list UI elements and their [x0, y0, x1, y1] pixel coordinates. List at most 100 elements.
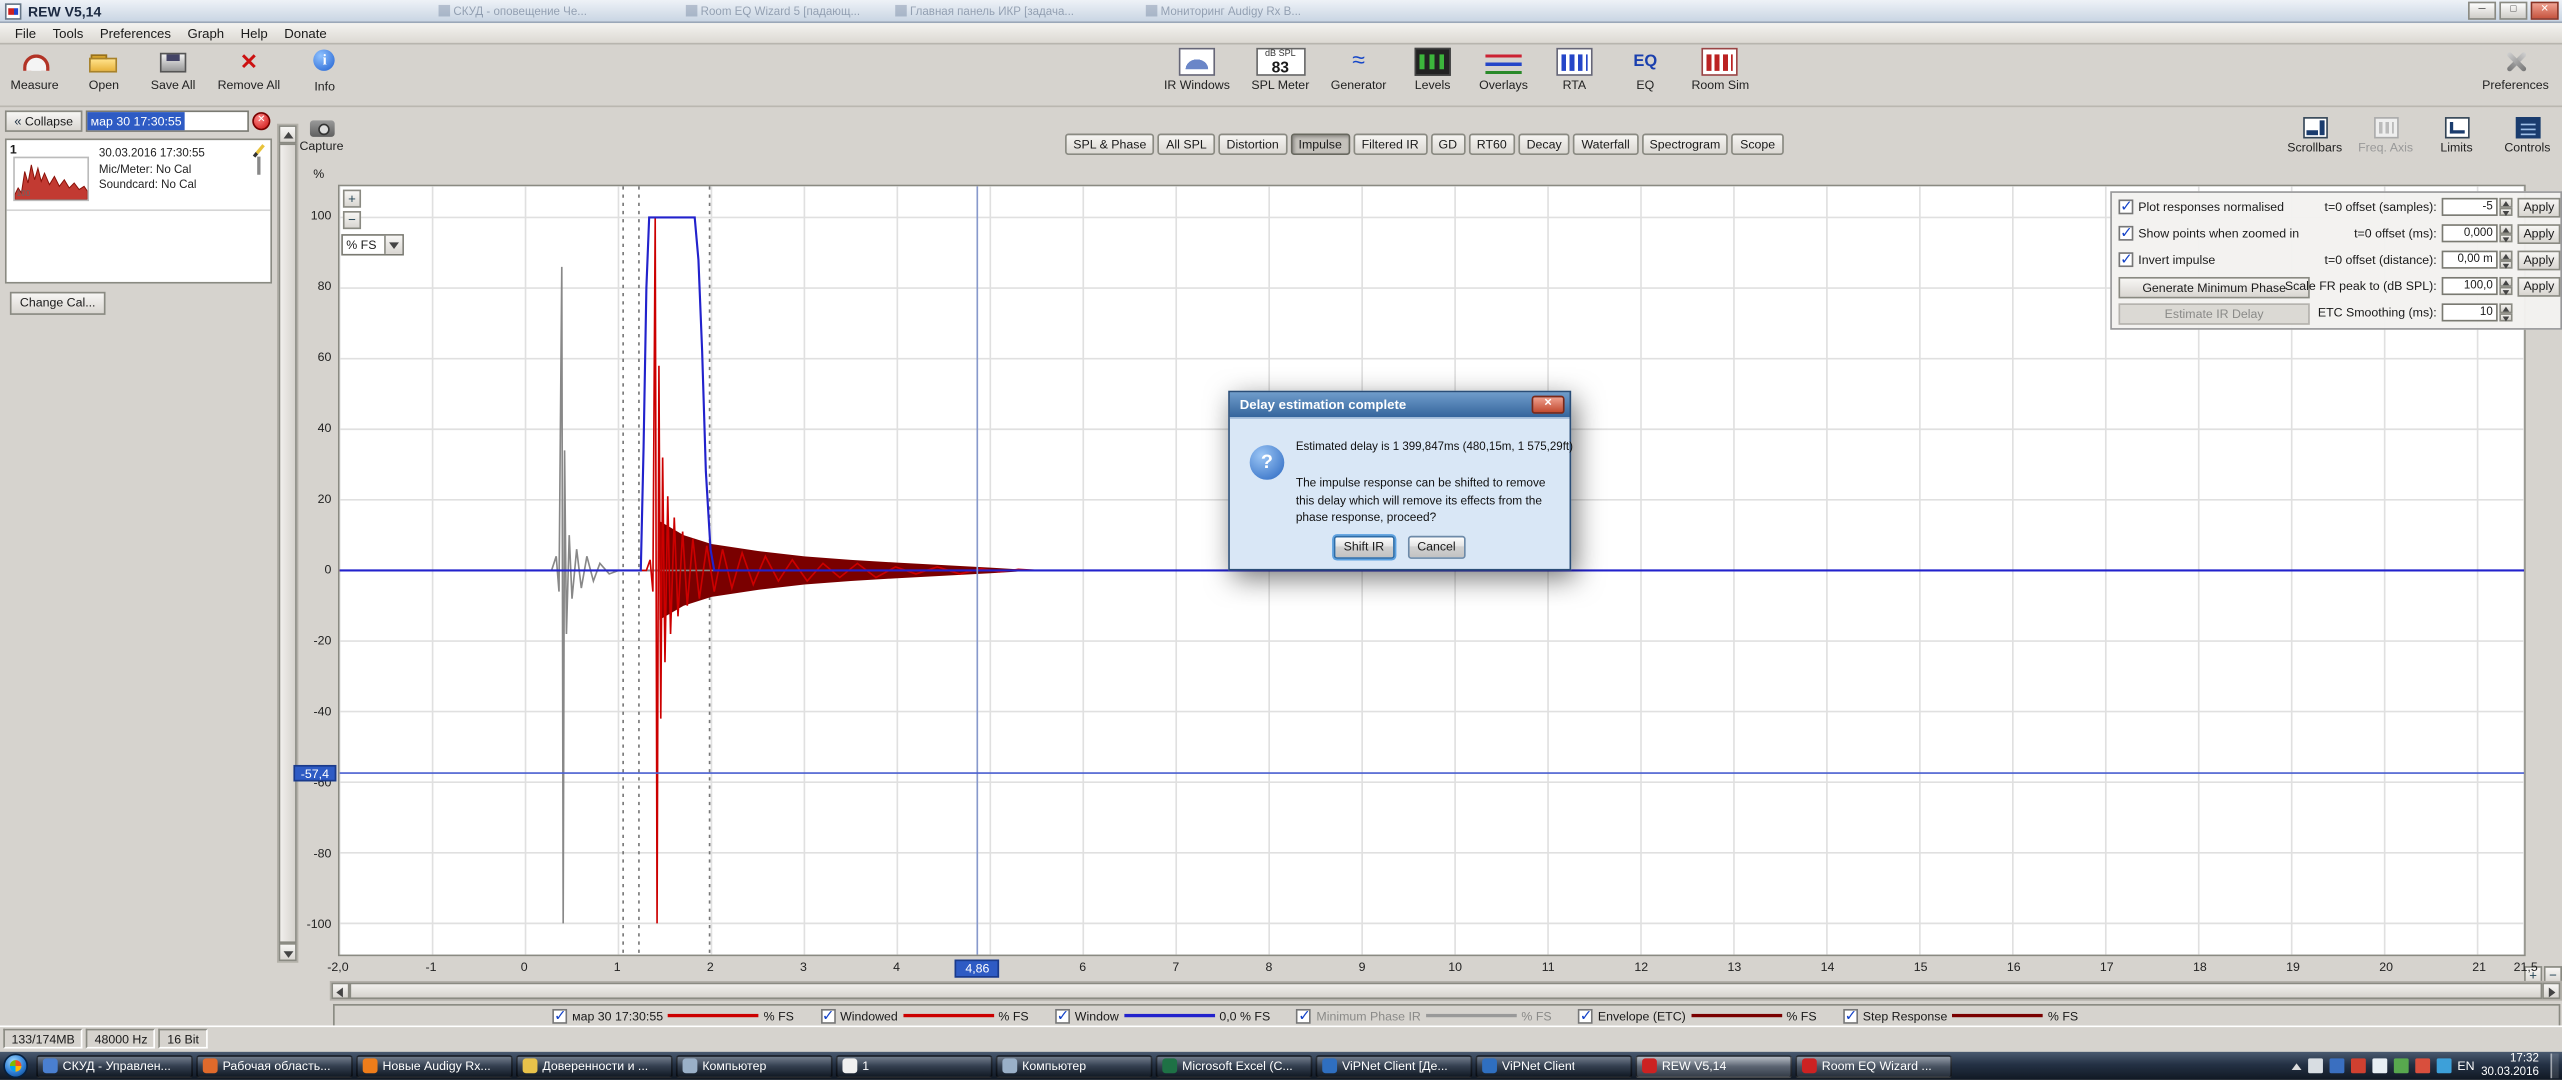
- t-0-offset-ms-field[interactable]: 0,000: [2442, 224, 2498, 242]
- tab-impulse[interactable]: Impulse: [1290, 134, 1350, 155]
- tab-distortion[interactable]: Distortion: [1218, 134, 1287, 155]
- toolbar-spl-meter-button[interactable]: dB SPL83SPL Meter: [1251, 48, 1309, 93]
- delete-measurement-button[interactable]: [252, 112, 270, 130]
- limits-button[interactable]: Limits: [2427, 117, 2486, 155]
- tab-spectrogram[interactable]: Spectrogram: [1641, 134, 1728, 155]
- spinner[interactable]: [2499, 224, 2512, 242]
- legend-checkbox[interactable]: [552, 1008, 567, 1023]
- scroll-up-arrow[interactable]: [279, 125, 297, 143]
- scroll-right-arrow[interactable]: [2542, 983, 2560, 999]
- controls-button[interactable]: Controls: [2498, 117, 2557, 155]
- messenger-tray-icon[interactable]: [2436, 1058, 2451, 1073]
- apply-button[interactable]: Apply: [2517, 277, 2560, 297]
- spinner-up-arrow[interactable]: [2499, 198, 2512, 207]
- measurement-item[interactable]: 1 100 30.03.2016 17:30:55 Mic/Meter: No …: [7, 140, 271, 211]
- tab-decay[interactable]: Decay: [1518, 134, 1570, 155]
- etc-smoothing-ms-field[interactable]: 10: [2442, 303, 2498, 321]
- toolbar-levels-button[interactable]: Levels: [1408, 48, 1457, 93]
- menu-help[interactable]: Help: [232, 26, 276, 41]
- chart-horizontal-scrollbar[interactable]: [330, 981, 2562, 1001]
- toolbar-eq-button[interactable]: EQ: [1621, 48, 1670, 93]
- legend-checkbox[interactable]: [1297, 1008, 1312, 1023]
- taskbar-button-рабочая-область[interactable]: Рабочая область...: [196, 1054, 353, 1077]
- menu-tools[interactable]: Tools: [44, 26, 91, 41]
- legend-checkbox[interactable]: [1843, 1008, 1858, 1023]
- close-button[interactable]: [2531, 2, 2559, 20]
- legend-checkbox[interactable]: [1578, 1008, 1593, 1023]
- spinner-up-arrow[interactable]: [2499, 277, 2512, 286]
- network-icon[interactable]: [2307, 1058, 2322, 1073]
- toolbar-preferences-button[interactable]: Preferences: [2482, 48, 2549, 93]
- vipnet-tray-icon[interactable]: [2329, 1058, 2344, 1073]
- minimize-button[interactable]: [2468, 2, 2496, 20]
- measurement-list[interactable]: 1 100 30.03.2016 17:30:55 Mic/Meter: No …: [5, 138, 272, 283]
- spinner-down-arrow[interactable]: [2499, 260, 2512, 269]
- zoom-in-y-button[interactable]: [343, 190, 361, 208]
- dialog-title-bar[interactable]: Delay estimation complete: [1230, 392, 1570, 417]
- taskbar-button-vipnet-client-де[interactable]: ViPNet Client [Де...: [1316, 1054, 1473, 1077]
- tab-all-spl[interactable]: All SPL: [1158, 134, 1215, 155]
- toolbar-rta-button[interactable]: RTA: [1550, 48, 1599, 93]
- toolbar-measure-button[interactable]: Measure: [10, 48, 59, 94]
- language-indicator[interactable]: EN: [2457, 1058, 2474, 1073]
- measurement-graph-icon[interactable]: [257, 157, 260, 175]
- shift-ir-button[interactable]: Shift IR: [1334, 536, 1394, 559]
- taskbar-button-1[interactable]: 1: [836, 1054, 993, 1077]
- collapse-button[interactable]: Collapse: [5, 110, 82, 131]
- antivirus-tray-icon[interactable]: [2350, 1058, 2365, 1073]
- capture-button[interactable]: Capture: [298, 120, 344, 153]
- spinner-up-arrow[interactable]: [2499, 303, 2512, 312]
- toolbar-ir-windows-button[interactable]: IR Windows: [1164, 48, 1230, 93]
- scroll-left-arrow[interactable]: [331, 983, 349, 999]
- tab-waterfall[interactable]: Waterfall: [1573, 134, 1638, 155]
- toolbar-room-sim-button[interactable]: Room Sim: [1691, 48, 1749, 93]
- show-desktop-button[interactable]: [2550, 1053, 2558, 1078]
- y-axis-unit-select[interactable]: % FS: [341, 234, 404, 255]
- spinner-up-arrow[interactable]: [2499, 224, 2512, 233]
- volume-icon[interactable]: [2372, 1058, 2387, 1073]
- spinner-down-arrow[interactable]: [2499, 312, 2512, 321]
- tab-scope[interactable]: Scope: [1732, 134, 1784, 155]
- legend-checkbox[interactable]: [1055, 1008, 1070, 1023]
- spinner-down-arrow[interactable]: [2499, 233, 2512, 242]
- toolbar-save-all-button[interactable]: Save All: [148, 48, 197, 94]
- checkbox-invert-impulse[interactable]: [2119, 252, 2134, 267]
- update-tray-icon[interactable]: [2393, 1058, 2408, 1073]
- hidden-icons-arrow[interactable]: [2291, 1058, 2301, 1070]
- taskbar-button-room-eq-wizard[interactable]: Room EQ Wizard ...: [1795, 1054, 1952, 1077]
- change-cal-button[interactable]: Change Cal...: [10, 292, 106, 315]
- legend-checkbox[interactable]: [820, 1008, 835, 1023]
- taskbar-button-компьютер[interactable]: Компьютер: [996, 1054, 1153, 1077]
- measurement-name-input[interactable]: мар 30 17:30:55: [86, 110, 249, 131]
- taskbar-button-скуд-управлен[interactable]: СКУД - Управлен...: [36, 1054, 193, 1077]
- spinner[interactable]: [2499, 198, 2512, 216]
- menu-file[interactable]: File: [7, 26, 45, 41]
- alert-tray-icon[interactable]: [2414, 1058, 2429, 1073]
- apply-button[interactable]: Apply: [2517, 251, 2560, 271]
- scrollbars-button[interactable]: Scrollbars: [2285, 117, 2344, 155]
- delay-estimation-dialog[interactable]: Delay estimation complete Estimated dela…: [1228, 391, 1571, 571]
- toolbar-remove-all-button[interactable]: Remove All: [218, 48, 281, 94]
- menu-graph[interactable]: Graph: [179, 26, 232, 41]
- menu-donate[interactable]: Donate: [276, 26, 335, 41]
- taskbar-button-vipnet-client[interactable]: ViPNet Client: [1476, 1054, 1633, 1077]
- maximize-button[interactable]: [2499, 2, 2527, 20]
- cancel-button[interactable]: Cancel: [1407, 536, 1465, 559]
- toolbar-generator-button[interactable]: Generator: [1331, 48, 1387, 93]
- scrollbar-thumb[interactable]: [350, 983, 2543, 999]
- tab-gd[interactable]: GD: [1430, 134, 1465, 155]
- apply-button[interactable]: Apply: [2517, 198, 2560, 218]
- checkbox-plot-responses-normalised[interactable]: [2119, 199, 2134, 214]
- taskbar-button-rew-v5-14[interactable]: REW V5,14: [1635, 1054, 1792, 1077]
- apply-button[interactable]: Apply: [2517, 224, 2560, 244]
- toolbar-info-button[interactable]: Info: [300, 48, 349, 94]
- title-bar[interactable]: REW V5,14 СКУД - оповещение Че...Room EQ…: [0, 0, 2562, 23]
- spinner[interactable]: [2499, 303, 2512, 321]
- toolbar-overlays-button[interactable]: Overlays: [1479, 48, 1528, 93]
- scale-fr-peak-to-db-spl-field[interactable]: 100,0: [2442, 277, 2498, 295]
- taskbar-button-доверенности-и[interactable]: Доверенности и ...: [516, 1054, 673, 1077]
- t-0-offset-distance-field[interactable]: 0,00 m: [2442, 251, 2498, 269]
- tab-rt60[interactable]: RT60: [1469, 134, 1516, 155]
- tab-spl-phase[interactable]: SPL & Phase: [1065, 134, 1155, 155]
- menu-preferences[interactable]: Preferences: [92, 26, 180, 41]
